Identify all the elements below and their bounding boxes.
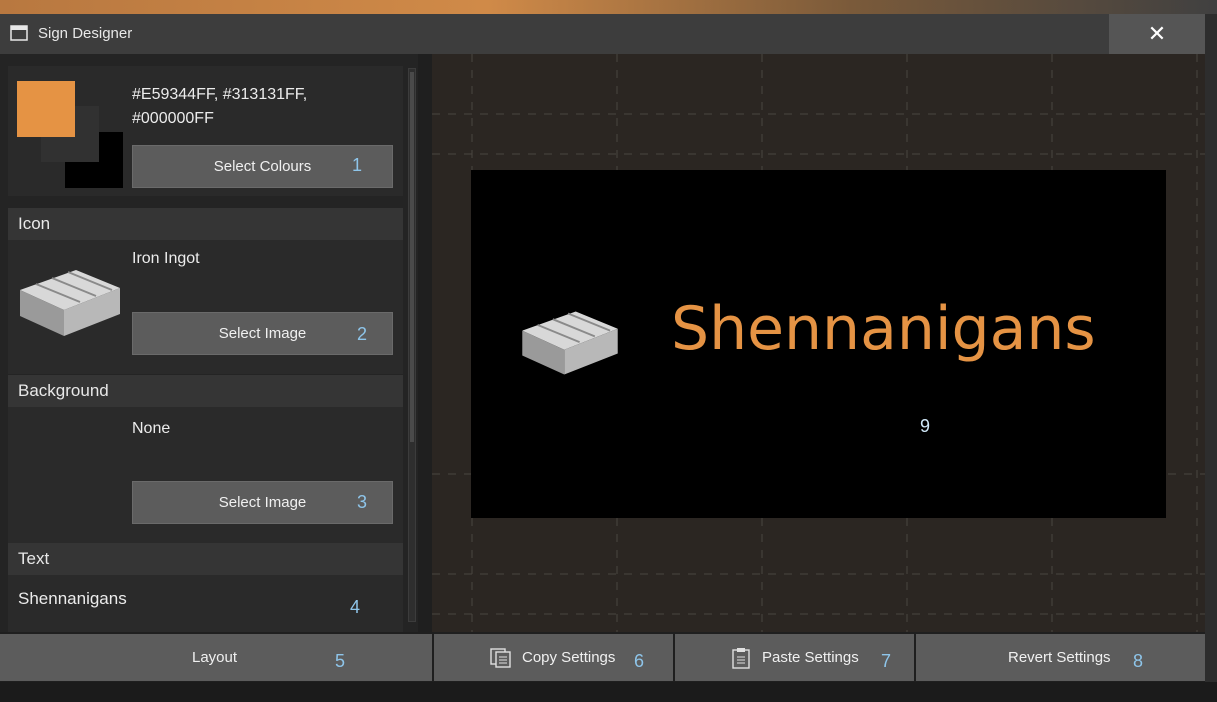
select-colours-label: Select Colours (213, 158, 312, 175)
copy-icon (490, 648, 511, 668)
select-background-image-label: Select Image (218, 494, 307, 511)
game-scene-top-strip (0, 0, 1217, 14)
layout-label: Layout (192, 649, 238, 666)
marker-9: 9 (920, 416, 931, 436)
copy-settings-label: Copy Settings (522, 649, 616, 666)
sign-designer-window: Sign Designer ✕ #E59344FF, #313131FF, #0… (0, 14, 1205, 682)
revert-settings-label: Revert Settings (1008, 649, 1111, 666)
background-section-header: Background (8, 375, 403, 407)
sign-preview: Shennanigans 9 (471, 170, 1166, 518)
icon-value: Iron Ingot (132, 250, 200, 267)
game-scene-bottom-edge (0, 682, 1217, 702)
scrollbar-thumb[interactable] (410, 72, 414, 442)
icon-section-header: Icon (8, 208, 403, 240)
layout-button[interactable]: Layout 5 (0, 634, 432, 681)
colours-card: #E59344FF, #313131FF, #000000FF Select C… (8, 66, 403, 196)
revert-settings-button[interactable]: Revert Settings 8 (916, 634, 1205, 681)
colours-value: #E59344FF, #313131FF, #000000FF (132, 86, 308, 127)
window-title: Sign Designer (38, 25, 133, 42)
paste-icon (732, 648, 750, 669)
sign-preview-text: Shennanigans (671, 294, 1096, 364)
iron-ingot-icon (20, 270, 120, 336)
titlebar: Sign Designer ✕ (0, 14, 1205, 54)
sign-preview-area: Shennanigans 9 (432, 54, 1205, 632)
colour-swatch-primary (17, 81, 75, 137)
sign-text-field[interactable]: Shennanigans (18, 589, 127, 609)
text-card[interactable]: Shennanigans 4 (8, 575, 403, 632)
paste-settings-button[interactable]: Paste Settings 7 (675, 634, 914, 681)
marker-6: 6 (634, 651, 645, 671)
text-section-header: Text (8, 543, 403, 575)
marker-8: 8 (1133, 651, 1144, 671)
bottom-toolbar: Layout 5 Copy Settings 6 Paste Settings … (0, 632, 1205, 682)
sign-iron-ingot-icon (522, 311, 618, 375)
game-scene-right-edge (1205, 14, 1217, 702)
marker-5: 5 (335, 651, 346, 671)
marker-7: 7 (881, 651, 892, 671)
paste-settings-label: Paste Settings (762, 649, 859, 666)
select-background-image-button[interactable]: Select Image (132, 481, 393, 524)
marker-1: 1 (352, 155, 363, 175)
background-card: None Select Image 3 (8, 407, 403, 544)
icon-card: Iron Ingot Select Image 2 (8, 240, 403, 374)
copy-settings-button[interactable]: Copy Settings 6 (434, 634, 673, 681)
close-button[interactable]: ✕ (1109, 14, 1205, 54)
marker-4: 4 (350, 597, 361, 617)
marker-3: 3 (357, 492, 368, 512)
window-icon (10, 25, 28, 41)
select-icon-image-label: Select Image (218, 325, 307, 342)
background-value: None (132, 420, 171, 437)
marker-2: 2 (357, 324, 368, 344)
settings-panel: #E59344FF, #313131FF, #000000FF Select C… (0, 54, 418, 632)
select-icon-image-button[interactable]: Select Image (132, 312, 393, 355)
